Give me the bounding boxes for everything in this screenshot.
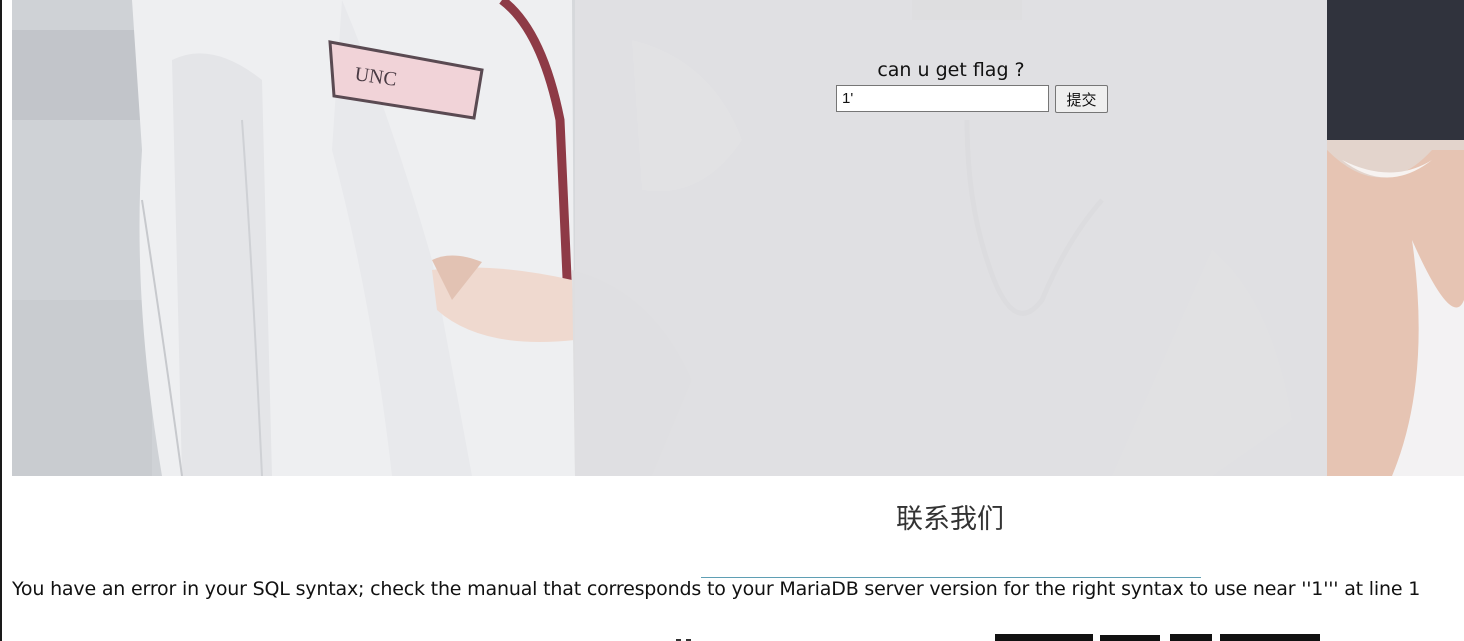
flag-prompt-text: can u get flag ? — [877, 59, 1025, 81]
flag-input[interactable] — [836, 85, 1049, 112]
footer-logo-peek — [650, 628, 1350, 641]
contact-us-heading: 联系我们 — [896, 504, 1004, 535]
sql-error-message: You have an error in your SQL syntax; ch… — [12, 578, 1421, 600]
left-border — [0, 0, 2, 641]
flag-form: 提交 — [836, 85, 1116, 113]
footer-logo-icon — [676, 634, 1320, 641]
page: UNC can u get flag ? 提交 — [0, 0, 1464, 641]
flag-form-panel: can u get flag ? 提交 — [575, 0, 1327, 476]
submit-button[interactable]: 提交 — [1055, 85, 1108, 113]
